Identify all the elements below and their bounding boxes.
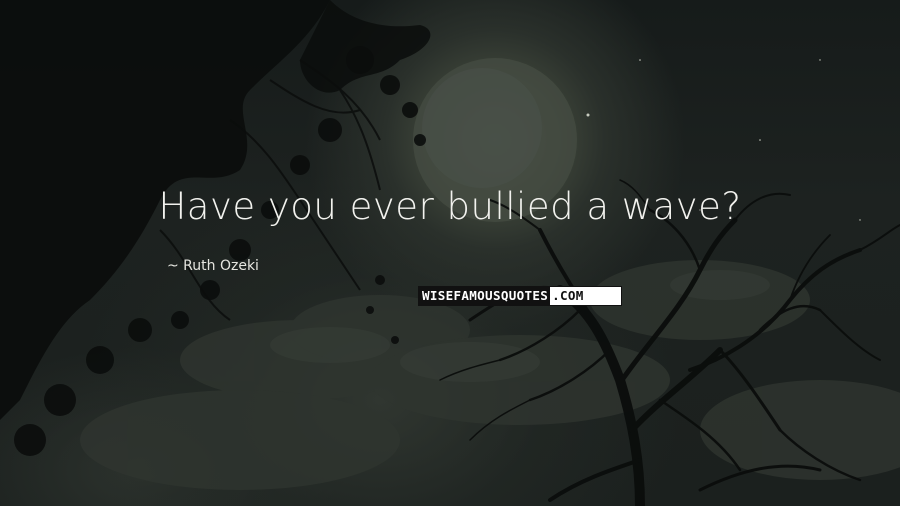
site-watermark: WISEFAMOUSQUOTES .COM (418, 286, 622, 306)
watermark-brand: WISEFAMOUSQUOTES (419, 287, 551, 305)
watermark-domain: .COM (550, 287, 621, 305)
quote-text: Have you ever bullied a wave? (158, 185, 742, 228)
background-art (0, 0, 900, 506)
quote-author: ~ Ruth Ozeki (167, 258, 259, 274)
quote-card: Have you ever bullied a wave? ~ Ruth Oze… (0, 0, 900, 506)
